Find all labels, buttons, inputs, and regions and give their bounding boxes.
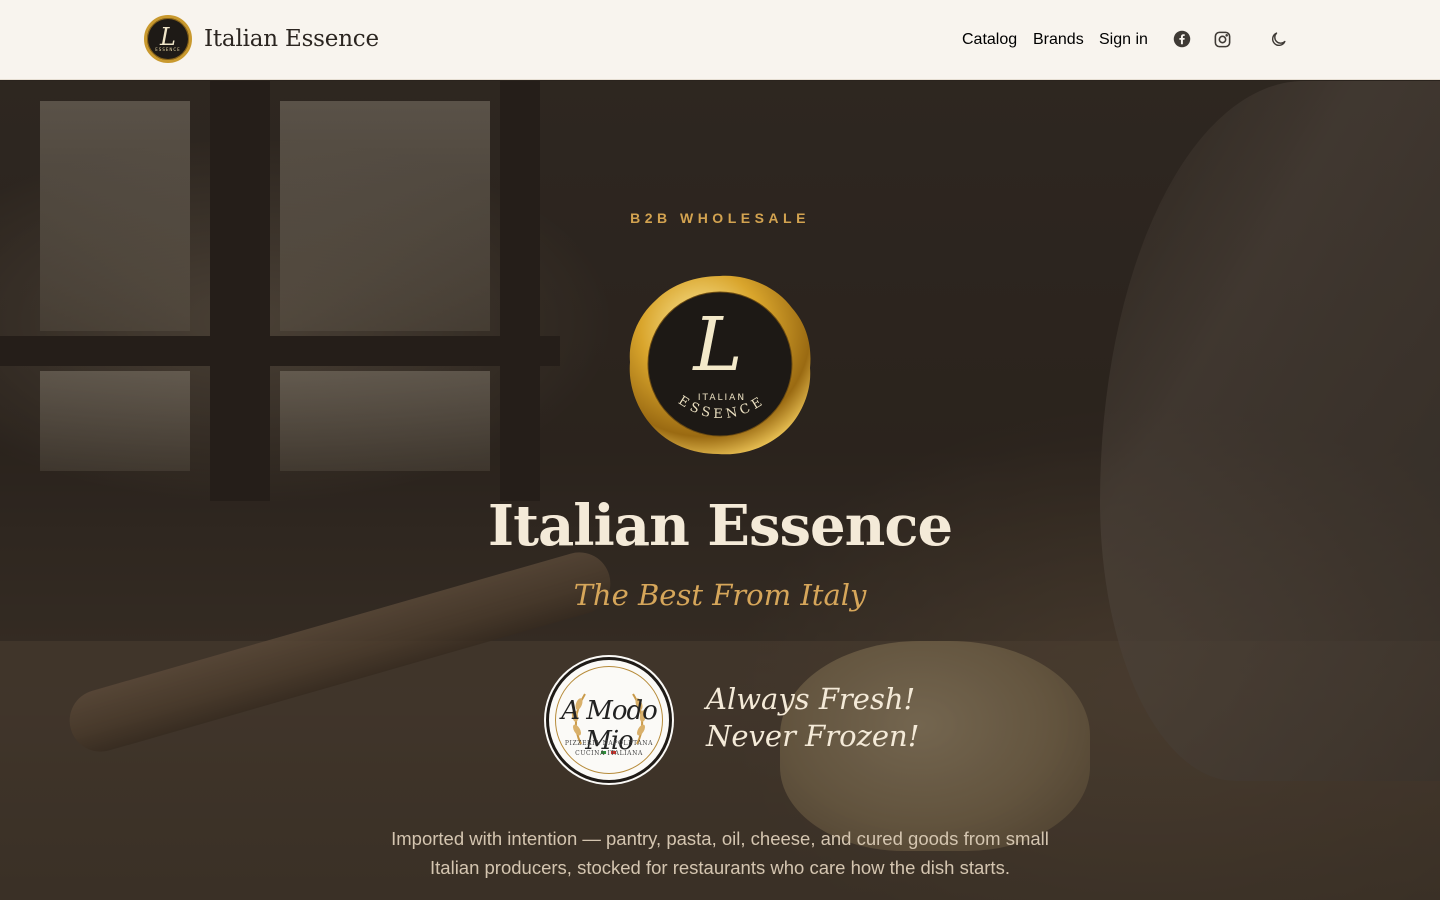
nav-sign-in-link[interactable]: Sign in xyxy=(1099,31,1148,49)
nav-catalog-link[interactable]: Catalog xyxy=(962,31,1017,49)
hero-eyebrow: B2B WHOLESALE xyxy=(630,210,810,226)
partner-logo-sub1: PIZZERIA NAPOLETANA xyxy=(564,740,654,747)
site-header: L ESSENCE Italian Essence Catalog Brands… xyxy=(0,0,1440,80)
fresh-slogan: Always Fresh! Never Frozen! xyxy=(706,681,919,755)
nav-brands-link[interactable]: Brands xyxy=(1033,31,1084,49)
instagram-icon[interactable] xyxy=(1212,29,1232,49)
brand-logo-sub: ESSENCE xyxy=(155,47,181,52)
italian-essence-seal-logo: L ITALIAN ESSENCE xyxy=(629,275,811,455)
hero-title: Italian Essence xyxy=(487,493,953,559)
facebook-icon[interactable] xyxy=(1172,29,1192,49)
fresh-line-1: Always Fresh! xyxy=(706,682,916,716)
theme-toggle-moon-icon[interactable] xyxy=(1268,29,1288,49)
brand-name: Italian Essence xyxy=(204,26,379,52)
hero-overlay xyxy=(0,81,1440,900)
seal-line1: ITALIAN xyxy=(698,393,746,403)
a-modo-mio-partner-logo: A Modo Mio PIZZERIA NAPOLETANA CUCINA IT… xyxy=(546,657,672,783)
partner-logo-sub: PIZZERIA NAPOLETANA CUCINA ITALIANA xyxy=(549,740,669,757)
seal-letter: L xyxy=(691,302,742,388)
hero-tagline: The Best From Italy xyxy=(573,578,867,612)
partner-logo-sub2: CUCINA ITALIANA xyxy=(575,750,643,757)
hero-section: B2B WHOLESALE L ITALIAN ESSENCE Italian … xyxy=(0,81,1440,900)
brand-logo: L ESSENCE xyxy=(144,15,192,63)
brand-logo-letter: L xyxy=(160,23,176,51)
hero-description: Imported with intention — pantry, pasta,… xyxy=(391,828,1049,878)
brand-home-link[interactable]: L ESSENCE Italian Essence xyxy=(144,15,379,63)
fresh-line-2: Never Frozen! xyxy=(706,719,920,753)
